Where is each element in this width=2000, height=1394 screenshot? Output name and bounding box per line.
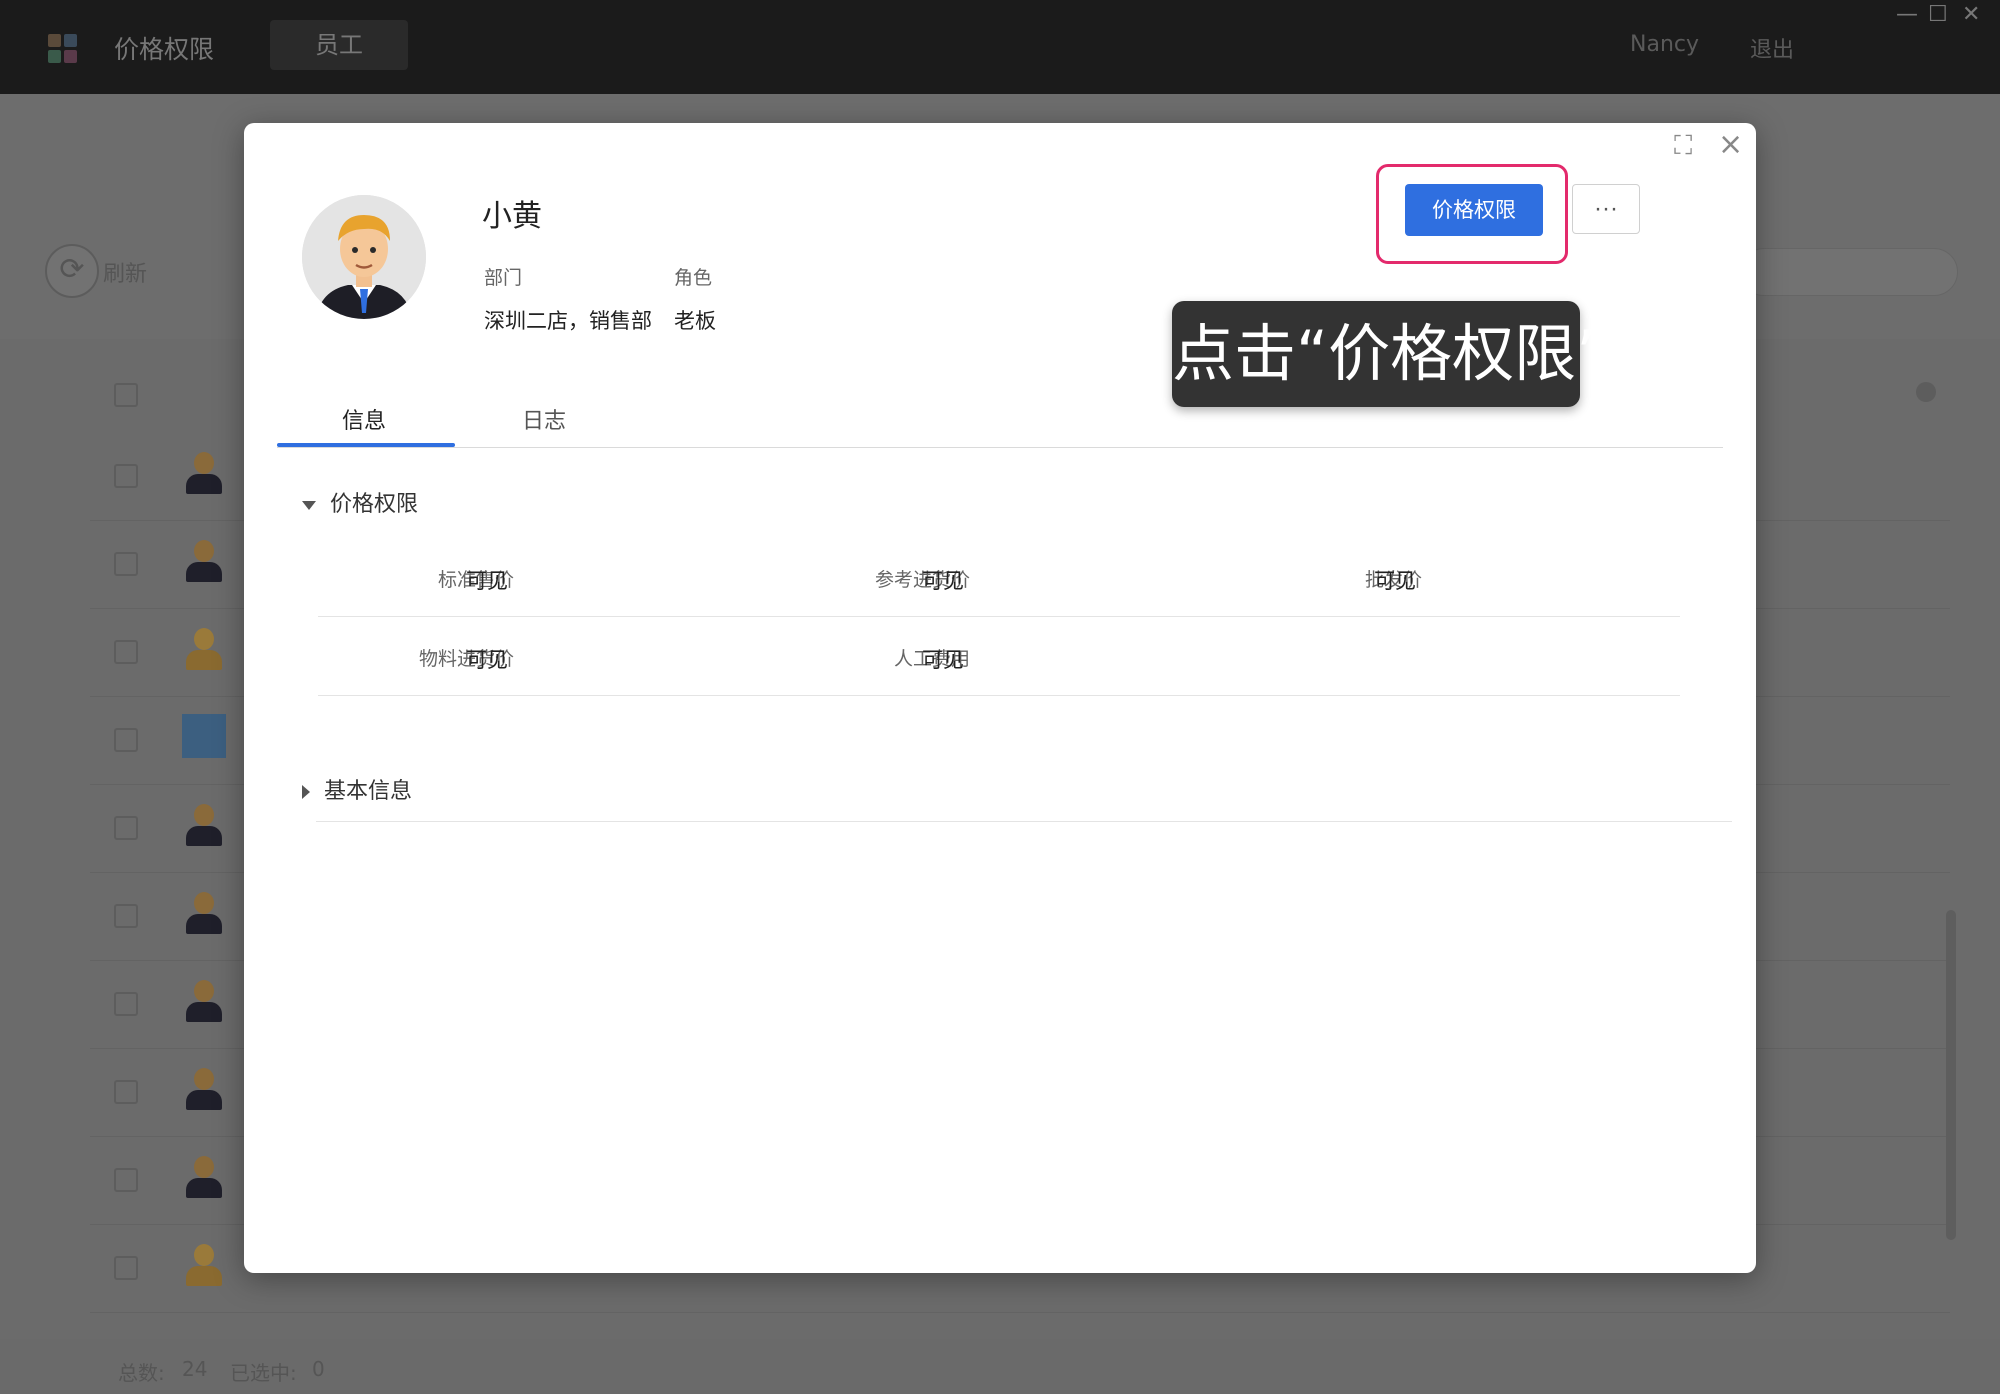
price-permission-section-header[interactable]: 价格权限 [302,486,418,518]
employee-detail-modal: ⛶ × 小黄 部门 角色 深圳二店，销售部 老板 价格权限 ··· 点击“价格权… [244,123,1756,1273]
avatar [182,450,226,494]
avatar [182,978,226,1022]
tab-info[interactable]: 信息 [342,403,386,435]
row-checkbox[interactable] [114,904,138,928]
tab-log[interactable]: 日志 [522,403,566,435]
refresh-icon[interactable]: ⟳ [45,244,99,298]
caret-down-icon [302,500,316,510]
row-divider [318,616,1680,617]
selected-value: 0 [312,1357,325,1381]
expand-icon[interactable]: ⛶ [1674,131,1692,162]
avatar [182,714,226,758]
employee-name: 小黄 [482,199,542,234]
section-divider [316,821,1732,822]
caret-right-icon [302,785,310,799]
top-bar: 价格权限 员工 Nancy 退出 — ☐ ✕ [0,0,2000,94]
total-value: 24 [182,1357,208,1381]
background-search-input[interactable] [1740,248,1958,296]
section-title: 基本信息 [324,779,413,804]
section-title: 价格权限 [330,492,419,517]
close-icon[interactable]: × [1718,127,1743,162]
row-checkbox[interactable] [114,1256,138,1280]
field-value-reference-purchase-price: 可见 [922,569,964,593]
field-value-labor-cost: 可见 [922,648,964,672]
window-close-icon[interactable]: ✕ [1962,2,1980,27]
tabs-divider [277,447,1723,448]
department-label: 部门 [484,267,523,289]
background-scrollbar[interactable] [1946,910,1956,1240]
role-label: 角色 [674,267,713,289]
avatar [182,890,226,934]
avatar [182,802,226,846]
select-all-checkbox[interactable] [114,383,138,407]
app-title: 价格权限 [114,35,215,64]
field-value-standard-price: 可见 [466,569,508,593]
avatar [182,1242,226,1286]
avatar [182,1154,226,1198]
background-footer: 总数: 24 已选中: 0 [0,1339,2000,1394]
app-logo-icon [48,34,78,64]
avatar [182,1066,226,1110]
minimize-icon[interactable]: — [1896,2,1918,27]
avatar [302,195,426,319]
maximize-icon[interactable]: ☐ [1928,2,1948,27]
more-actions-button[interactable]: ··· [1572,184,1640,234]
nav-tab-employees[interactable]: 员工 [270,20,408,70]
row-checkbox[interactable] [114,640,138,664]
row-checkbox[interactable] [114,1168,138,1192]
refresh-label[interactable]: 刷新 [103,256,147,288]
row-checkbox[interactable] [114,1080,138,1104]
avatar [182,626,226,670]
role-value: 老板 [674,309,716,333]
user-name[interactable]: Nancy [1630,32,1699,57]
field-value-material-purchase-price: 可见 [466,648,508,672]
row-checkbox[interactable] [114,552,138,576]
row-checkbox[interactable] [114,992,138,1016]
row-checkbox[interactable] [114,464,138,488]
row-divider [318,695,1680,696]
selected-label: 已选中: [230,1361,297,1385]
basic-info-section-header[interactable]: 基本信息 [302,773,412,805]
person-avatar-icon [302,195,426,319]
logout-link[interactable]: 退出 [1750,32,1794,64]
tutorial-tooltip: 点击“价格权限” [1172,301,1608,407]
row-checkbox[interactable] [114,728,138,752]
total-label: 总数: [118,1361,165,1385]
avatar [182,538,226,582]
department-value: 深圳二店，销售部 [484,309,652,333]
column-settings-icon[interactable] [1916,382,1936,402]
row-checkbox[interactable] [114,816,138,840]
price-permission-button[interactable]: 价格权限 [1405,184,1543,236]
field-value-wholesale-price: 可见 [1374,569,1416,593]
